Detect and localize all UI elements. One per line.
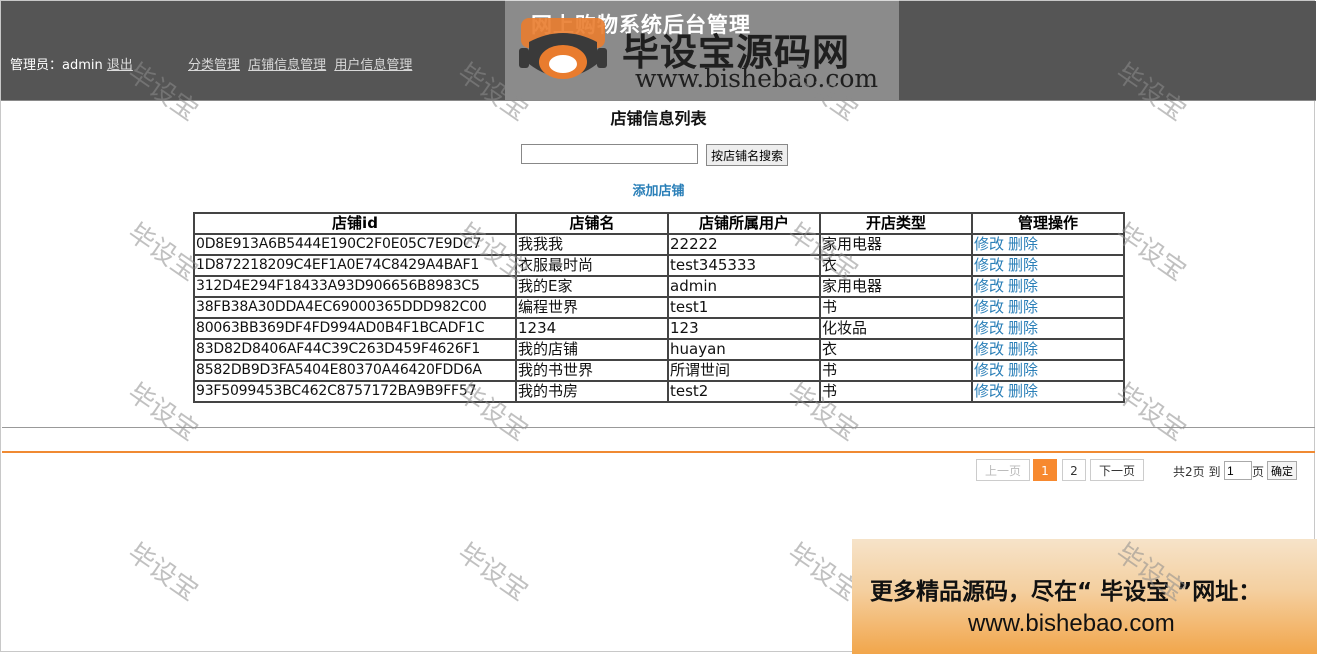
cell-actions: 修改 删除 (971, 380, 1125, 403)
pager-page-2[interactable]: 2 (1062, 459, 1086, 481)
cell-shop-type: 书 (819, 380, 973, 403)
nav-category-manage[interactable]: 分类管理 (188, 58, 240, 73)
cell-shop-type: 衣 (819, 338, 973, 361)
cell-shop-id: 1D872218209C4EF1A0E74C8429A4BAF1 (193, 254, 517, 277)
edit-link[interactable]: 修改 (974, 320, 1004, 337)
table-row: 38FB38A30DDA4EC69000365DDD982C00 编程世界 te… (193, 296, 1125, 319)
admin-label: 管理员：admin (10, 58, 103, 73)
cell-shop-name: 衣服最时尚 (515, 254, 669, 277)
nav-shop-manage[interactable]: 店铺信息管理 (248, 58, 326, 73)
edit-link[interactable]: 修改 (974, 383, 1004, 400)
pager-total-text: 共2页 到 (1173, 465, 1221, 479)
edit-link[interactable]: 修改 (974, 278, 1004, 295)
shop-table: 店铺id 店铺名 店铺所属用户 开店类型 管理操作 0D8E913A6B5444… (193, 212, 1125, 403)
cell-shop-type: 书 (819, 359, 973, 382)
cell-owner: test1 (667, 296, 821, 319)
logout-link[interactable]: 退出 (107, 58, 133, 73)
table-row: 80063BB369DF4FD994AD0B4F1BCADF1C 1234 12… (193, 317, 1125, 340)
cell-actions: 修改 删除 (971, 233, 1125, 256)
cell-shop-id: 312D4E294F18433A93D906656B8983C5 (193, 275, 517, 298)
cell-shop-name: 编程世界 (515, 296, 669, 319)
table-row: 83D82D8406AF44C39C263D459F4626F1 我的店铺 hu… (193, 338, 1125, 361)
cell-shop-type: 家用电器 (819, 233, 973, 256)
admin-info: 管理员：admin 退出 (10, 54, 133, 73)
pager-confirm-button[interactable]: 确定 (1267, 461, 1297, 480)
cell-owner: test345333 (667, 254, 821, 277)
cell-shop-id: 8582DB9D3FA5404E80370A46420FDD6A (193, 359, 517, 382)
col-header-shop-name: 店铺名 (515, 212, 669, 235)
cell-shop-type: 书 (819, 296, 973, 319)
delete-link[interactable]: 删除 (1008, 362, 1038, 379)
cell-shop-name: 我我我 (515, 233, 669, 256)
table-row: 1D872218209C4EF1A0E74C8429A4BAF1 衣服最时尚 t… (193, 254, 1125, 277)
cell-owner: 123 (667, 317, 821, 340)
page-title: 店铺信息列表 (610, 109, 707, 128)
promo-text: 更多精品源码，尽在“ 毕设宝 ”网址： (870, 579, 1262, 605)
bishebao-logo-icon (519, 18, 607, 79)
cell-shop-name: 我的店铺 (515, 338, 669, 361)
cell-shop-name: 1234 (515, 317, 669, 340)
col-header-owner: 店铺所属用户 (667, 212, 821, 235)
top-nav: 分类管理 店铺信息管理 用户信息管理 (188, 54, 416, 73)
cell-shop-name: 我的书世界 (515, 359, 669, 382)
divider-orange (2, 451, 1315, 453)
cell-owner: admin (667, 275, 821, 298)
cell-shop-type: 化妆品 (819, 317, 973, 340)
cell-actions: 修改 删除 (971, 359, 1125, 382)
cell-shop-id: 0D8E913A6B5444E190C2F0E05C7E9DC7 (193, 233, 517, 256)
delete-link[interactable]: 删除 (1008, 341, 1038, 358)
cell-shop-type: 家用电器 (819, 275, 973, 298)
table-row: 93F5099453BC462C8757172BA9B9FF57 我的书房 te… (193, 380, 1125, 403)
cell-actions: 修改 删除 (971, 254, 1125, 277)
edit-link[interactable]: 修改 (974, 299, 1004, 316)
cell-shop-name: 我的书房 (515, 380, 669, 403)
table-header-row: 店铺id 店铺名 店铺所属用户 开店类型 管理操作 (193, 212, 1125, 235)
delete-link[interactable]: 删除 (1008, 320, 1038, 337)
table-row: 0D8E913A6B5444E190C2F0E05C7E9DC7 我我我 222… (193, 233, 1125, 256)
cell-shop-type: 衣 (819, 254, 973, 277)
table-row: 312D4E294F18433A93D906656B8983C5 我的E家 ad… (193, 275, 1125, 298)
pager-prev-button[interactable]: 上一页 (976, 459, 1030, 481)
col-header-shop-id: 店铺id (193, 212, 517, 235)
search-form: 按店铺名搜索 (521, 144, 789, 166)
delete-link[interactable]: 删除 (1008, 257, 1038, 274)
edit-link[interactable]: 修改 (974, 341, 1004, 358)
col-header-shop-type: 开店类型 (819, 212, 973, 235)
edit-link[interactable]: 修改 (974, 257, 1004, 274)
cell-shop-id: 38FB38A30DDA4EC69000365DDD982C00 (193, 296, 517, 319)
cell-actions: 修改 删除 (971, 296, 1125, 319)
cell-actions: 修改 删除 (971, 317, 1125, 340)
delete-link[interactable]: 删除 (1008, 236, 1038, 253)
delete-link[interactable]: 删除 (1008, 383, 1038, 400)
search-by-shop-name-button[interactable]: 按店铺名搜索 (706, 144, 789, 166)
pager-goto-input[interactable] (1224, 461, 1252, 480)
add-shop-link[interactable]: 添加店铺 (0, 180, 1317, 199)
col-header-actions: 管理操作 (971, 212, 1125, 235)
cell-owner: test2 (667, 380, 821, 403)
shop-name-search-input[interactable] (521, 144, 698, 164)
delete-link[interactable]: 删除 (1008, 278, 1038, 295)
edit-link[interactable]: 修改 (974, 362, 1004, 379)
cell-actions: 修改 删除 (971, 275, 1125, 298)
cell-shop-id: 83D82D8406AF44C39C263D459F4626F1 (193, 338, 517, 361)
promo-banner: 更多精品源码，尽在“ 毕设宝 ”网址： www.bishebao.com (852, 539, 1317, 654)
nav-user-manage[interactable]: 用户信息管理 (334, 58, 412, 73)
pager-unit-label: 页 (1252, 465, 1265, 479)
cell-shop-id: 80063BB369DF4FD994AD0B4F1BCADF1C (193, 317, 517, 340)
pager-next-button[interactable]: 下一页 (1090, 459, 1144, 481)
cell-shop-name: 我的E家 (515, 275, 669, 298)
cell-actions: 修改 删除 (971, 338, 1125, 361)
cell-owner: 22222 (667, 233, 821, 256)
cell-owner: huayan (667, 338, 821, 361)
cell-owner: 所谓世间 (667, 359, 821, 382)
cell-shop-id: 93F5099453BC462C8757172BA9B9FF57 (193, 380, 517, 403)
pager-page-1[interactable]: 1 (1033, 459, 1057, 481)
table-row: 8582DB9D3FA5404E80370A46420FDD6A 我的书世界 所… (193, 359, 1125, 382)
promo-url: www.bishebao.com (968, 610, 1175, 637)
delete-link[interactable]: 删除 (1008, 299, 1038, 316)
watermark-logo-url: www.bishebao.com (635, 64, 879, 93)
divider-gray (2, 427, 1315, 428)
edit-link[interactable]: 修改 (974, 236, 1004, 253)
